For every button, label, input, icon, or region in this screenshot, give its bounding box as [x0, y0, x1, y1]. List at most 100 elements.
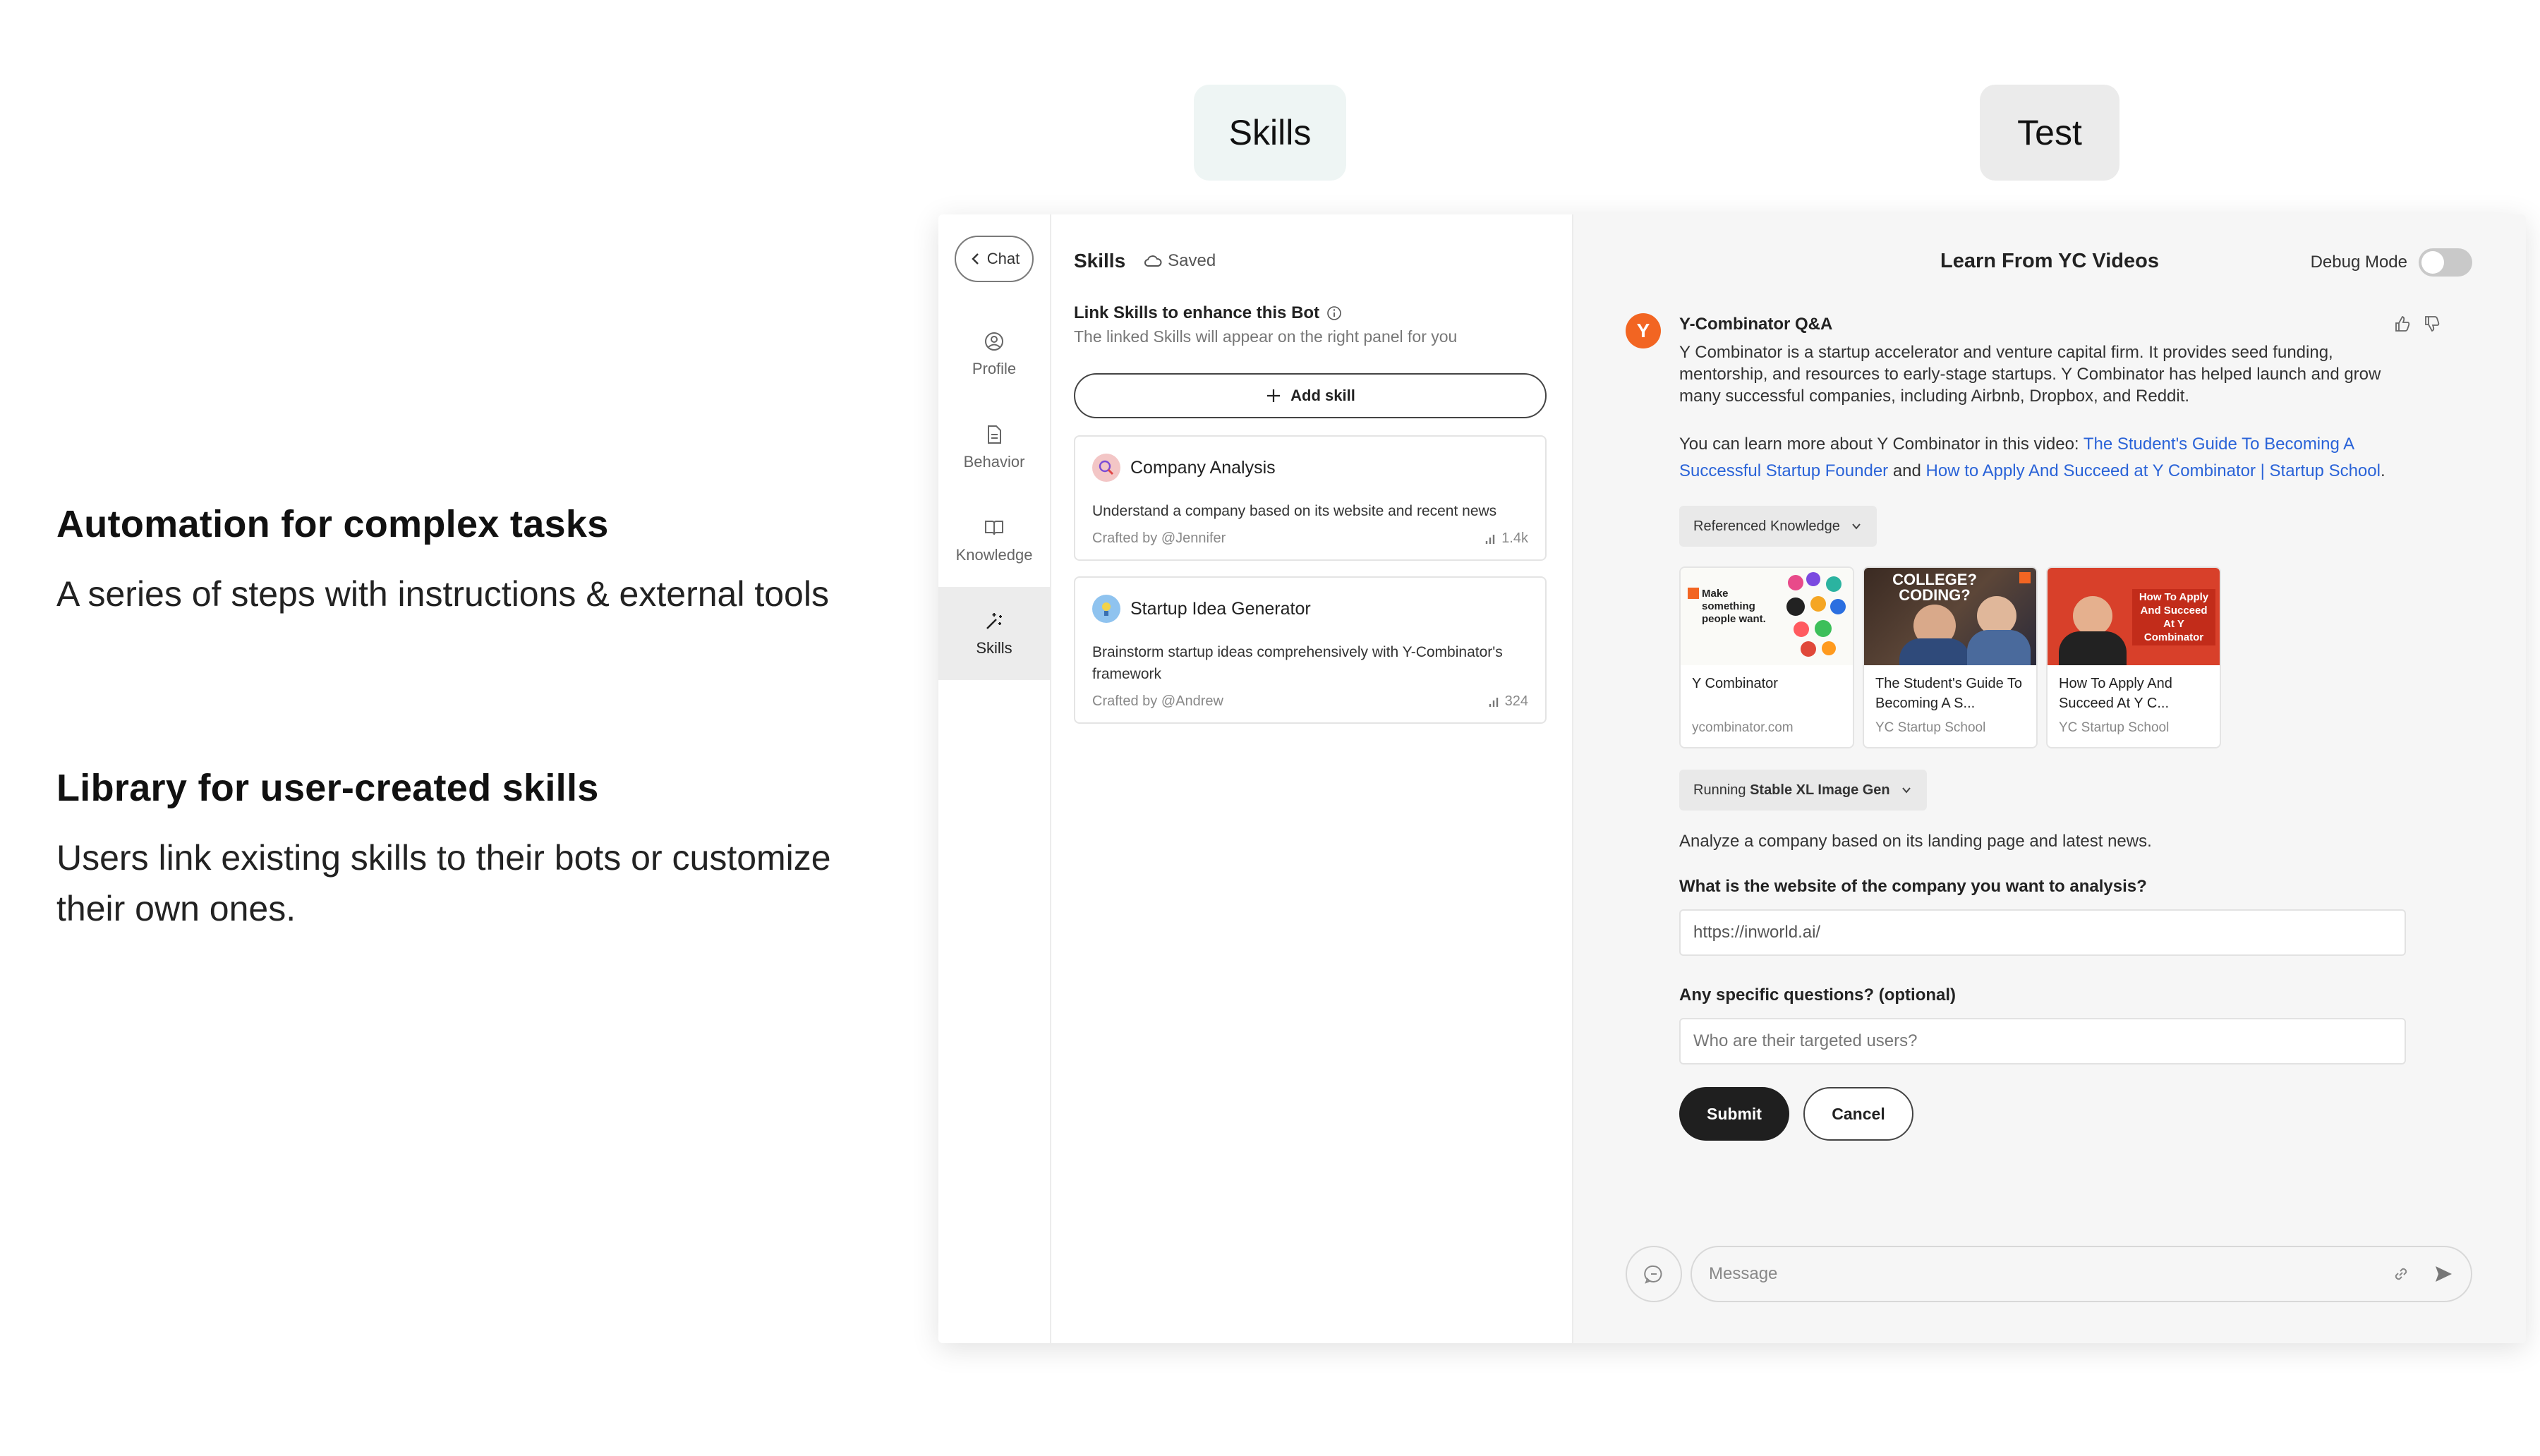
nav-label: Knowledge	[955, 546, 1033, 564]
specific-questions-input[interactable]	[1679, 1018, 2406, 1064]
app-window: Chat Profile Behavior Knowledge Skills S…	[938, 214, 2526, 1343]
running-skill-name: Stable XL Image Gen	[1750, 782, 1890, 798]
skill-name: Company Analysis	[1130, 457, 1276, 478]
nav-item-skills[interactable]: Skills	[938, 587, 1051, 680]
feature-title: Automation for complex tasks	[56, 503, 609, 545]
person-body-icon	[2059, 631, 2127, 665]
video-intro: You can learn more about Y Combinator in…	[1679, 435, 2084, 454]
nav-label: Skills	[976, 639, 1012, 657]
video-link-how-to-apply[interactable]: How to Apply And Succeed at Y Combinator…	[1926, 461, 2381, 480]
composer-tools	[2390, 1263, 2454, 1285]
skill-footer: Crafted by @Jennifer 1.4k	[1092, 530, 1528, 547]
skill-head: Company Analysis	[1092, 454, 1528, 482]
skills-title: Skills	[1074, 250, 1126, 272]
skill-author: Crafted by @Jennifer	[1092, 530, 1226, 546]
back-to-chat-button[interactable]: Chat	[955, 236, 1034, 282]
message-placeholder: Message	[1709, 1264, 1778, 1283]
skills-pill-label: Skills	[1194, 85, 1346, 181]
book-icon	[985, 521, 1003, 535]
knowledge-card-students-guide[interactable]: COLLEGE? CODING? The Student's Guide To …	[1863, 566, 2038, 748]
how-to-apply-thumbnail: How To Apply And Succeed At Y Combinator	[2048, 568, 2220, 665]
logo-bubble-icon	[1801, 641, 1816, 657]
logo-bubble-icon	[1794, 621, 1809, 637]
skill-card-company-analysis[interactable]: Company Analysis Understand a company ba…	[1074, 435, 1547, 561]
referenced-knowledge-dropdown[interactable]: Referenced Knowledge	[1679, 506, 1877, 547]
feature-title: Library for user-created skills	[56, 767, 599, 809]
plus-icon	[1267, 389, 1281, 402]
nav-label: Profile	[972, 360, 1017, 377]
running-prefix: Running	[1693, 782, 1750, 798]
chevron-down-icon	[1852, 523, 1861, 530]
send-icon[interactable]	[2433, 1263, 2454, 1285]
skill-usage: 324	[1488, 693, 1528, 710]
knowledge-thumbnails: Make something people want. Y Combinator	[1679, 566, 2406, 748]
logo-bubble-icon	[1822, 641, 1836, 655]
running-skill-dropdown[interactable]: Running Stable XL Image Gen	[1679, 770, 1927, 811]
bot-message: Y-Combinator Q&A Y Combinator is a start…	[1679, 315, 2406, 1141]
link-conjunction: and	[1888, 461, 1926, 480]
message-input[interactable]: Message	[1691, 1246, 2472, 1302]
yc-thumbnail-text: Make something people want.	[1702, 588, 1766, 625]
bot-name: Y-Combinator Q&A	[1679, 315, 1833, 334]
knowledge-card-title: The Student's Guide To Becoming A S...	[1875, 676, 2023, 711]
skill-usage: 1.4k	[1484, 530, 1528, 547]
skills-panel: Skills Saved Link Skills to enhance this…	[1051, 214, 1573, 1343]
link-icon[interactable]	[2390, 1263, 2412, 1285]
nav-item-profile[interactable]: Profile	[938, 308, 1051, 401]
skill-author: Crafted by @Andrew	[1092, 693, 1223, 709]
add-skill-button[interactable]: Add skill	[1074, 373, 1547, 418]
link-skills-title-text: Link Skills to enhance this Bot	[1074, 303, 1320, 322]
yc-logo-icon	[2019, 572, 2031, 583]
knowledge-card-source: ycombinator.com	[1692, 720, 1794, 735]
knowledge-card-yc[interactable]: Make something people want. Y Combinator	[1679, 566, 1854, 748]
add-skill-label: Add skill	[1290, 387, 1355, 404]
info-icon[interactable]	[1326, 305, 1342, 321]
skill-usage-count: 324	[1504, 693, 1528, 709]
running-skill-label: Running Stable XL Image Gen	[1693, 782, 1890, 799]
logo-bubble-icon	[1826, 576, 1842, 592]
chat-bubble-icon	[1644, 1265, 1662, 1284]
saved-status: Saved	[1144, 251, 1216, 271]
user-circle-icon	[985, 332, 1003, 351]
knowledge-card-source: YC Startup School	[1875, 720, 1986, 735]
submit-button[interactable]: Submit	[1679, 1087, 1789, 1141]
person-body-icon	[1967, 630, 2031, 665]
logo-bubble-icon	[1786, 597, 1805, 616]
how-to-apply-thumbnail-text: How To Apply And Succeed At Y Combinator	[2132, 589, 2215, 645]
nav-rail: Chat Profile Behavior Knowledge Skills	[938, 214, 1051, 1343]
cloud-icon	[1144, 255, 1162, 267]
message-text: Y Combinator is a startup accelerator an…	[1679, 343, 2381, 406]
skill-description: Brainstorm startup ideas comprehensively…	[1092, 644, 1503, 682]
test-panel: Learn From YC Videos Debug Mode Y Y-Comb…	[1573, 214, 2526, 1343]
cancel-button[interactable]: Cancel	[1803, 1087, 1913, 1141]
bot-avatar: Y	[1626, 313, 1661, 348]
feature-body: Users link existing skills to their bots…	[56, 838, 831, 928]
chevron-left-icon	[972, 253, 979, 265]
logo-bubble-icon	[1810, 596, 1826, 612]
logo-bubble-icon	[1815, 620, 1832, 637]
skills-header: Skills Saved	[1074, 250, 1547, 272]
yc-thumbnail: Make something people want.	[1681, 568, 1853, 665]
debug-mode: Debug Mode	[2311, 248, 2472, 277]
link-end: .	[2380, 461, 2385, 480]
knowledge-card-title: Y Combinator	[1692, 676, 1778, 691]
students-guide-thumbnail-text: COLLEGE? CODING?	[1892, 571, 1977, 604]
bar-chart-icon	[1485, 534, 1495, 544]
thumbs-down-icon[interactable]	[2423, 315, 2441, 333]
debug-mode-label: Debug Mode	[2310, 253, 2407, 272]
knowledge-card-title: How To Apply And Succeed At Y C...	[2059, 676, 2172, 711]
knowledge-card-how-to-apply[interactable]: How To Apply And Succeed At Y Combinator…	[2046, 566, 2221, 748]
nav-item-knowledge[interactable]: Knowledge	[938, 494, 1051, 587]
feature-library: Library for user-created skills Users li…	[56, 766, 868, 934]
yc-logo-icon	[1688, 588, 1699, 599]
saved-label: Saved	[1168, 251, 1216, 270]
nav-item-behavior[interactable]: Behavior	[938, 401, 1051, 494]
skill-card-startup-idea-generator[interactable]: Startup Idea Generator Brainstorm startu…	[1074, 576, 1547, 724]
company-analysis-avatar-icon	[1092, 454, 1120, 482]
chat-label: Chat	[986, 250, 1020, 267]
website-input[interactable]	[1679, 909, 2406, 956]
message-links: You can learn more about Y Combinator in…	[1679, 431, 2406, 485]
new-chat-button[interactable]	[1626, 1246, 1682, 1302]
logo-bubble-icon	[1830, 599, 1846, 614]
debug-mode-toggle[interactable]	[2419, 248, 2472, 277]
